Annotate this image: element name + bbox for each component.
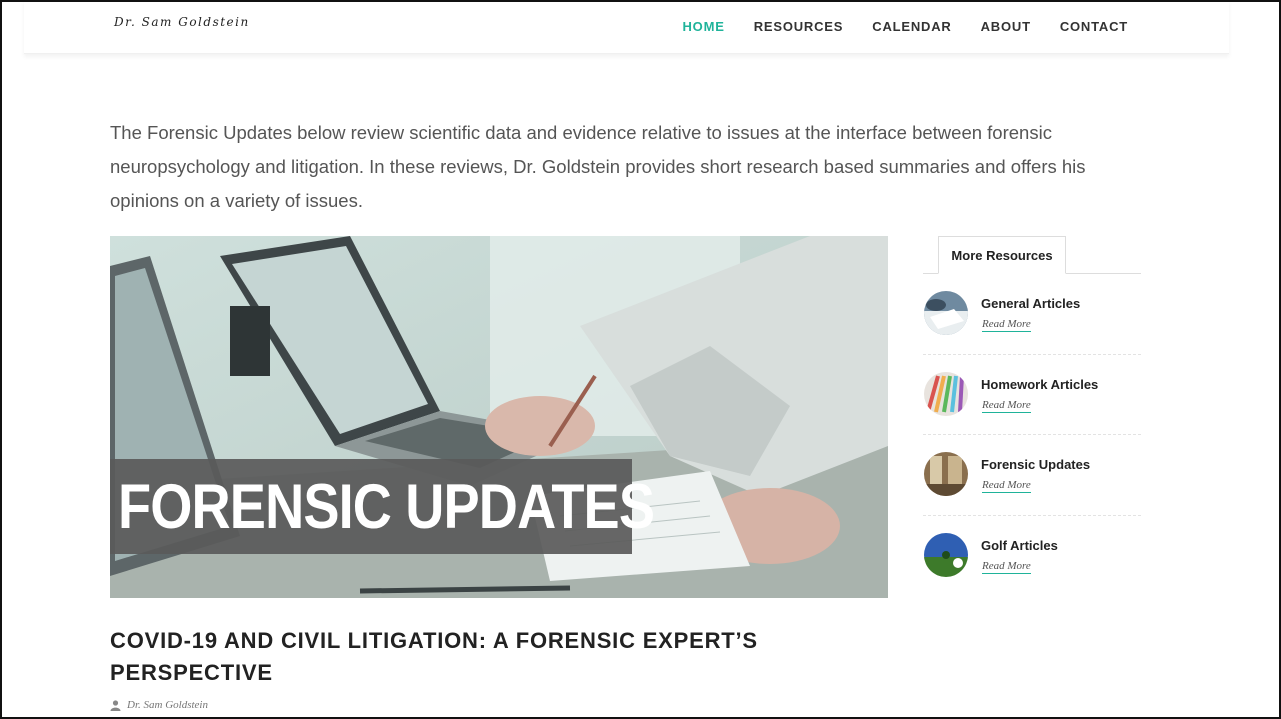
user-icon — [110, 699, 121, 711]
tab-more-resources[interactable]: More Resources — [938, 236, 1066, 274]
site-header: Dr. Sam Goldstein HOME RESOURCES CALENDA… — [24, 0, 1229, 54]
sidebar-tabs: More Resources — [923, 236, 1141, 274]
golf-articles-thumb[interactable] — [924, 532, 968, 577]
nav-about[interactable]: ABOUT — [981, 19, 1031, 34]
resource-title[interactable]: Homework Articles — [981, 377, 1098, 392]
resource-title[interactable]: General Articles — [981, 296, 1080, 311]
general-articles-thumb[interactable] — [924, 291, 968, 335]
forensic-updates-thumb[interactable] — [924, 452, 968, 496]
resource-title[interactable]: Golf Articles — [981, 538, 1058, 553]
site-logo[interactable]: Dr. Sam Goldstein — [114, 15, 250, 29]
intro-paragraph: The Forensic Updates below review scient… — [110, 122, 1086, 211]
homework-articles-thumb[interactable] — [924, 371, 968, 416]
nav-calendar[interactable]: CALENDAR — [872, 19, 951, 34]
nav-contact[interactable]: CONTACT — [1060, 19, 1128, 34]
hero-banner: FORENSIC UPDATES — [110, 459, 655, 554]
read-more-link[interactable]: Read More — [982, 560, 1031, 574]
nav-home[interactable]: HOME — [682, 19, 724, 34]
hero-banner-text: FORENSIC UPDATES — [118, 472, 655, 542]
main-nav: HOME RESOURCES CALENDAR ABOUT CONTACT — [682, 19, 1128, 34]
read-more-link[interactable]: Read More — [982, 318, 1031, 332]
post-title[interactable]: COVID-19 AND CIVIL LITIGATION: A FORENSI… — [110, 625, 810, 689]
resource-item-forensic-updates: Forensic Updates Read More — [923, 435, 1141, 516]
hero-image: FORENSIC UPDATES — [110, 236, 888, 598]
sidebar: More Resources General Articles Read Mor… — [923, 236, 1141, 596]
nav-resources[interactable]: RESOURCES — [754, 19, 844, 34]
resource-item-golf-articles: Golf Articles Read More — [923, 516, 1141, 597]
read-more-link[interactable]: Read More — [982, 399, 1031, 413]
resource-title[interactable]: Forensic Updates — [981, 457, 1090, 472]
read-more-link[interactable]: Read More — [982, 479, 1031, 493]
resource-item-general-articles: General Articles Read More — [923, 274, 1141, 355]
post-author[interactable]: Dr. Sam Goldstein — [127, 699, 208, 711]
resource-item-homework-articles: Homework Articles Read More — [923, 355, 1141, 435]
post-meta: Dr. Sam Goldstein — [110, 699, 208, 711]
